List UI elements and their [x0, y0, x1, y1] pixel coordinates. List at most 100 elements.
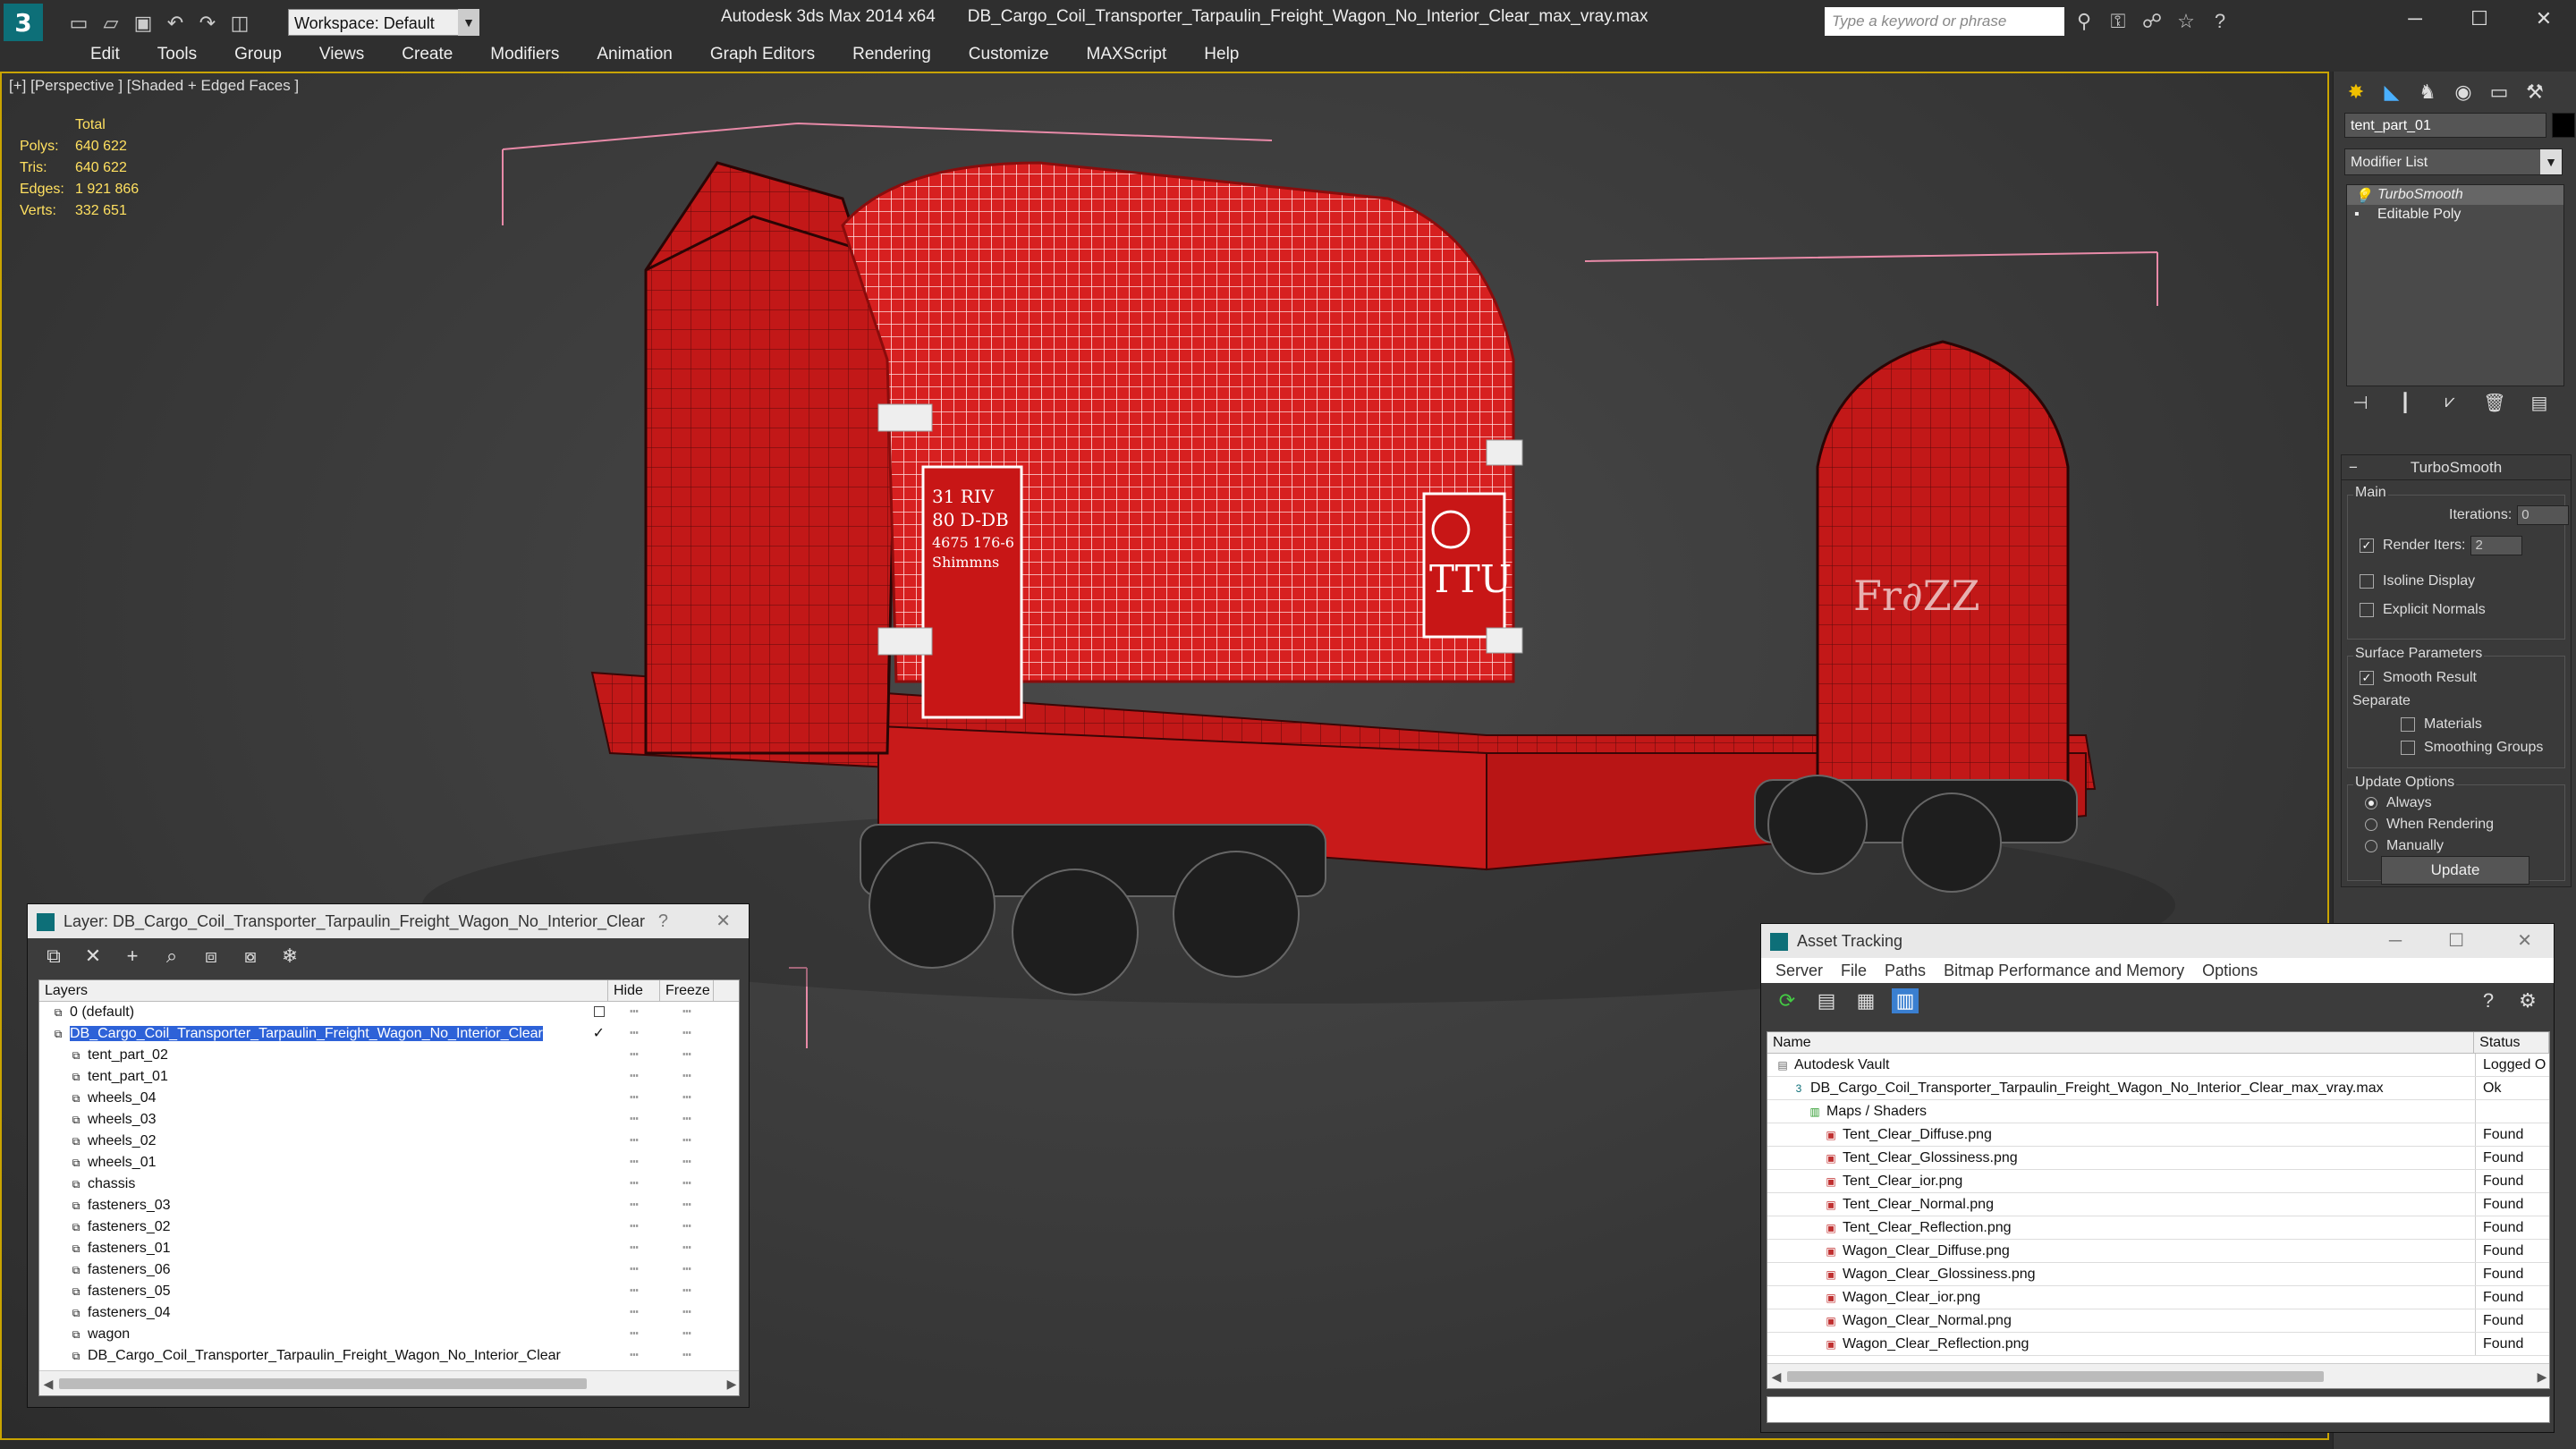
asset-row[interactable]: ▣ Wagon_Clear_Reflection.png Found [1767, 1333, 2549, 1356]
new-file-icon[interactable]: ▭ [64, 9, 93, 38]
settings-icon[interactable]: ⚙ [2514, 988, 2541, 1013]
add-to-layer-icon[interactable]: + [119, 944, 146, 969]
subscription-icon[interactable]: ⚿ [2104, 7, 2132, 36]
save-file-icon[interactable]: ▣ [129, 9, 157, 38]
hide-toggle[interactable]: ┅ [608, 1281, 660, 1302]
scroll-right-icon[interactable]: ▶ [723, 1371, 739, 1395]
binoculars-icon[interactable]: ⚲ [2070, 7, 2098, 36]
col-status[interactable]: Status [2474, 1032, 2549, 1053]
scroll-right-icon[interactable]: ▶ [2533, 1364, 2549, 1388]
hide-toggle[interactable]: ┅ [608, 1066, 660, 1088]
close-icon[interactable]: ✕ [2517, 924, 2532, 958]
modifier-list-dropdown[interactable]: Modifier List ▼ [2344, 148, 2563, 175]
current-layer-box-icon[interactable] [594, 1006, 605, 1017]
chevron-down-icon[interactable]: ▼ [458, 9, 479, 36]
isoline-checkbox[interactable] [2360, 573, 2374, 589]
freeze-toggle[interactable]: ┅ [660, 1238, 714, 1259]
layer-hscrollbar[interactable]: ◀ ▶ [39, 1370, 739, 1395]
update-button[interactable]: Update [2381, 856, 2529, 885]
hide-toggle[interactable]: ┅ [608, 1002, 660, 1023]
configure-sets-icon[interactable]: ▤ [2525, 392, 2554, 417]
freeze-toggle[interactable]: ┅ [660, 1345, 714, 1367]
freeze-toggle[interactable]: ┅ [660, 1109, 714, 1131]
col-freeze[interactable]: Freeze [660, 980, 714, 1001]
layer-row[interactable]: ⧉ wheels_01 ┅ ┅ [39, 1152, 739, 1174]
utilities-tab-icon[interactable]: ⚒ [2520, 77, 2550, 107]
menu-item-edit[interactable]: Edit [72, 41, 139, 72]
hide-toggle[interactable]: ┅ [608, 1216, 660, 1238]
manually-radio[interactable] [2365, 839, 2377, 852]
freeze-toggle[interactable]: ┅ [660, 1002, 714, 1023]
asset-menu-bitmap-performance-and-memory[interactable]: Bitmap Performance and Memory [1935, 958, 2193, 983]
layer-row[interactable]: ⧉ chassis ┅ ┅ [39, 1174, 739, 1195]
help-icon[interactable]: ? [2475, 988, 2502, 1013]
freeze-toggle[interactable]: ┅ [660, 1152, 714, 1174]
object-name-field[interactable]: tent_part_01 [2344, 113, 2546, 138]
layer-row[interactable]: ⧉ fasteners_02 ┅ ┅ [39, 1216, 739, 1238]
hide-toggle[interactable]: ┅ [608, 1131, 660, 1152]
col-hide[interactable]: Hide [608, 980, 660, 1001]
smooth-result-checkbox[interactable]: ✓ [2360, 670, 2374, 685]
hide-toggle[interactable]: ┅ [608, 1045, 660, 1066]
asset-row[interactable]: ▣ Tent_Clear_Glossiness.png Found [1767, 1147, 2549, 1170]
modify-tab-icon[interactable]: ◣ [2377, 77, 2407, 107]
hide-toggle[interactable]: ┅ [608, 1345, 660, 1367]
layer-row[interactable]: ⧉ wagon ┅ ┅ [39, 1324, 739, 1345]
menu-item-maxscript[interactable]: MAXScript [1068, 41, 1186, 72]
layer-row[interactable]: ⧉ wheels_04 ┅ ┅ [39, 1088, 739, 1109]
asset-row[interactable]: ▣ Tent_Clear_Normal.png Found [1767, 1193, 2549, 1216]
when-rendering-radio[interactable] [2365, 818, 2377, 831]
asset-path-field[interactable] [1767, 1396, 2550, 1423]
list-view-icon[interactable]: ▤ [1813, 988, 1840, 1013]
layer-row[interactable]: ⧉ fasteners_03 ┅ ┅ [39, 1195, 739, 1216]
freeze-toggle[interactable]: ┅ [660, 1324, 714, 1345]
create-layer-icon[interactable]: ⧉ [40, 944, 67, 969]
explicit-normals-checkbox[interactable] [2360, 602, 2374, 617]
maximize-icon[interactable]: ☐ [2448, 924, 2464, 958]
layer-name[interactable]: wheels_01 [88, 1155, 157, 1170]
scroll-thumb[interactable] [1787, 1371, 2324, 1382]
favorites-star-icon[interactable]: ☆ [2172, 7, 2200, 36]
layer-name[interactable]: fasteners_05 [88, 1284, 171, 1299]
current-layer-check-icon[interactable]: ✓ [593, 1023, 605, 1045]
layer-name[interactable]: fasteners_01 [88, 1241, 171, 1256]
menu-item-rendering[interactable]: Rendering [834, 41, 950, 72]
display-tab-icon[interactable]: ▭ [2484, 77, 2514, 107]
help-icon[interactable]: ? [658, 904, 668, 938]
scroll-left-icon[interactable]: ◀ [39, 1371, 57, 1395]
freeze-toggle[interactable]: ┅ [660, 1195, 714, 1216]
bulb-icon[interactable]: 💡 [2354, 187, 2372, 205]
hide-toggle[interactable]: ┅ [608, 1152, 660, 1174]
asset-window-titlebar[interactable]: Asset Tracking ─ ☐ ✕ [1761, 924, 2554, 958]
app-logo-icon[interactable]: 3 [4, 4, 43, 43]
layer-name[interactable]: tent_part_02 [88, 1047, 168, 1063]
scroll-left-icon[interactable]: ◀ [1767, 1364, 1785, 1388]
workspace-dropdown[interactable]: Workspace: Default [288, 9, 479, 36]
layer-row[interactable]: ⧉ fasteners_04 ┅ ┅ [39, 1302, 739, 1324]
hide-all-icon[interactable]: ⧇ [237, 944, 264, 969]
menu-item-graph-editors[interactable]: Graph Editors [691, 41, 834, 72]
menu-item-help[interactable]: Help [1185, 41, 1258, 72]
scroll-thumb[interactable] [59, 1378, 587, 1389]
undo-icon[interactable]: ↶ [161, 9, 190, 38]
layer-row[interactable]: ⧉ fasteners_06 ┅ ┅ [39, 1259, 739, 1281]
table-view-icon[interactable]: ▦ [1852, 988, 1879, 1013]
menu-item-create[interactable]: Create [383, 41, 471, 72]
layer-name[interactable]: fasteners_04 [88, 1305, 171, 1320]
project-folder-icon[interactable]: ◫ [225, 9, 254, 38]
layer-name[interactable]: wheels_04 [88, 1090, 157, 1106]
layer-row[interactable]: ⧉ tent_part_02 ┅ ┅ [39, 1045, 739, 1066]
layer-row[interactable]: ⧉ fasteners_05 ┅ ┅ [39, 1281, 739, 1302]
freeze-toggle[interactable]: ┅ [660, 1302, 714, 1324]
menu-item-modifiers[interactable]: Modifiers [471, 41, 578, 72]
highlight-layer-icon[interactable]: ⧈ [198, 944, 225, 969]
layer-row[interactable]: ⧉ DB_Cargo_Coil_Transporter_Tarpaulin_Fre… [39, 1345, 739, 1367]
asset-row[interactable]: ▣ Wagon_Clear_Glossiness.png Found [1767, 1263, 2549, 1286]
select-in-layer-icon[interactable]: ⌕ [158, 944, 185, 969]
layer-row[interactable]: ⧉ 0 (default) ┅ ┅ [39, 1002, 739, 1023]
layer-name[interactable]: DB_Cargo_Coil_Transporter_Tarpaulin_Frei… [88, 1348, 561, 1363]
smoothing-groups-checkbox[interactable] [2401, 740, 2415, 755]
close-icon[interactable]: ✕ [716, 904, 731, 938]
show-end-result-icon[interactable]: ┃ [2391, 392, 2419, 417]
layer-name[interactable]: DB_Cargo_Coil_Transporter_Tarpaulin_Frei… [70, 1026, 543, 1041]
